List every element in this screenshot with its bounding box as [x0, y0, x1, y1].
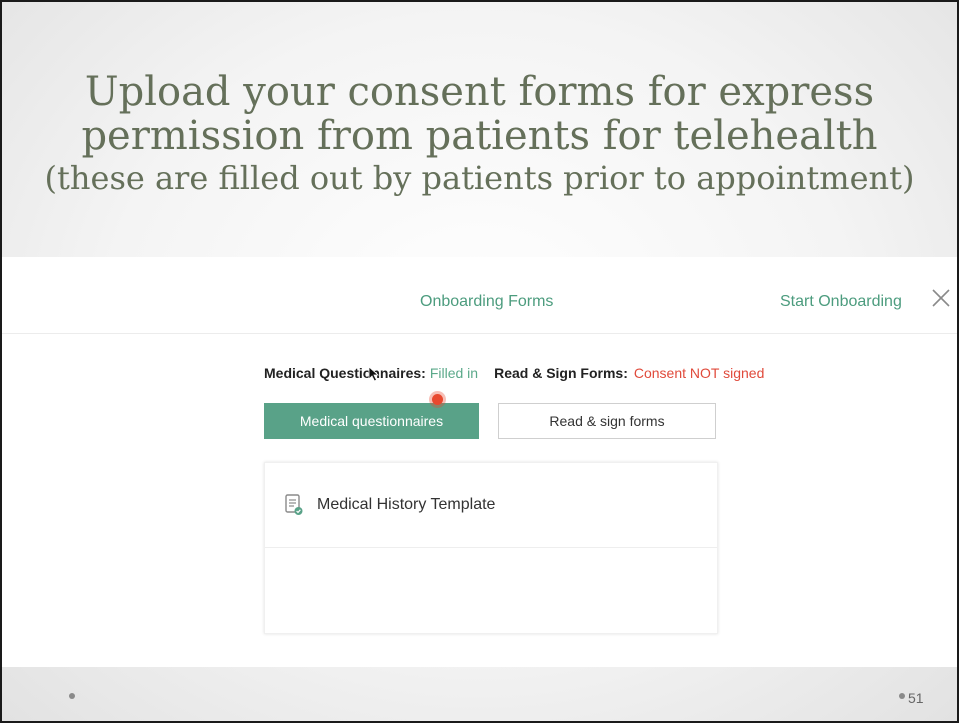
slide-title-line-2: permission from patients for telehealth [81, 113, 878, 159]
forms-status-label: Read & Sign Forms: [494, 365, 628, 381]
list-item[interactable]: Medical History Template [265, 463, 717, 548]
close-icon[interactable] [930, 287, 952, 309]
status-row: Medical Questionnaires: Filled in Read & S… [264, 365, 764, 381]
medical-questionnaires-tab[interactable]: Medical questionnaires [264, 403, 479, 439]
presentation-slide: Upload your consent forms for express pe… [0, 0, 959, 723]
slide-title-area: Upload your consent forms for express pe… [2, 2, 957, 257]
slide-title-line-1: Upload your consent forms for express [84, 69, 875, 115]
read-sign-forms-tab[interactable]: Read & sign forms [498, 403, 716, 439]
page-number: 51 [908, 690, 924, 706]
questionnaires-status-value: Filled in [429, 365, 479, 381]
footer-bullet-left [69, 693, 75, 699]
onboarding-forms-panel: Onboarding Forms Start Onboarding Medica… [2, 257, 957, 667]
panel-header: Onboarding Forms Start Onboarding [2, 257, 957, 334]
footer-bullet-right [899, 693, 905, 699]
slide-subtitle: (these are filled out by patients prior … [44, 159, 915, 197]
questionnaires-status-label: Medical Questionnaires: [264, 365, 426, 381]
click-indicator [432, 394, 443, 405]
panel-title: Onboarding Forms [420, 293, 554, 310]
forms-list-card: Medical History Template [264, 462, 718, 634]
document-check-icon [285, 494, 303, 515]
start-onboarding-link[interactable]: Start Onboarding [780, 293, 902, 311]
list-item-label: Medical History Template [317, 496, 496, 513]
forms-status-value: Consent NOT signed [633, 365, 765, 381]
mouse-cursor-icon [368, 366, 380, 382]
